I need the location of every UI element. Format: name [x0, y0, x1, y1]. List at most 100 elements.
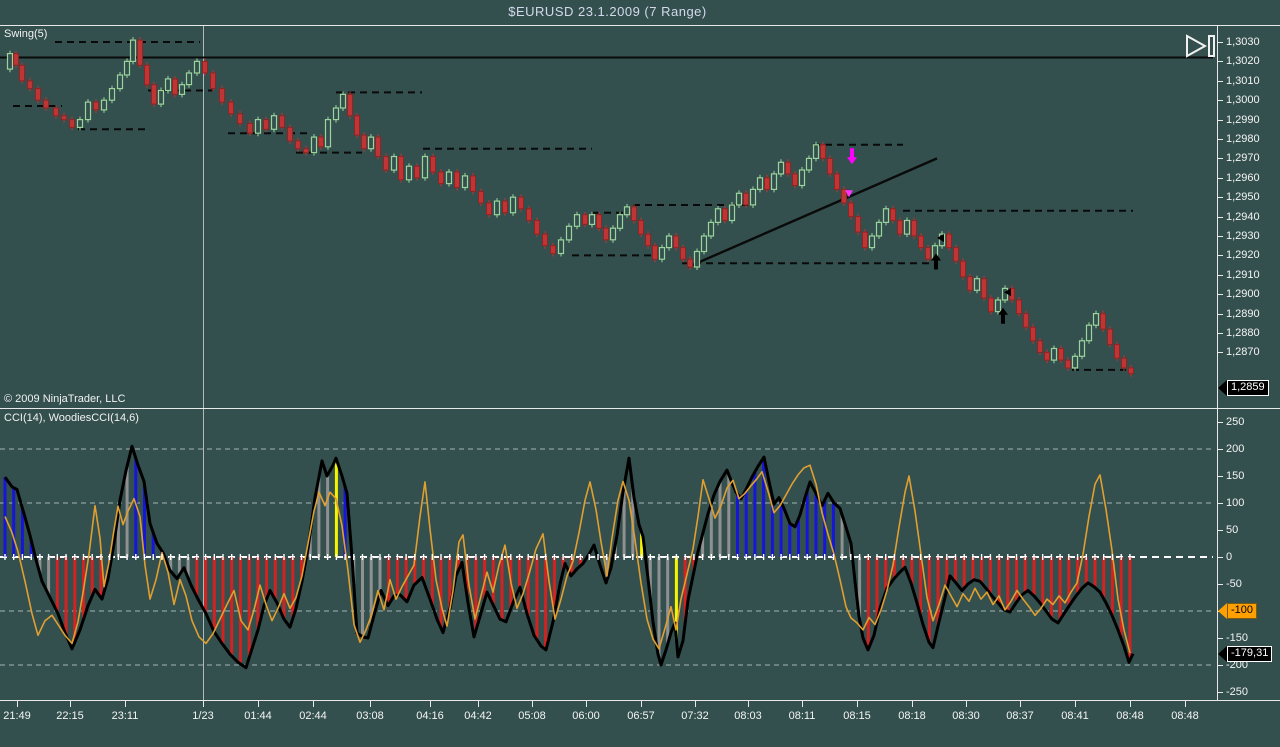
- axis-tick: [1217, 80, 1223, 82]
- time-tick: [125, 701, 126, 707]
- time-label: 08:03: [734, 710, 762, 722]
- time-tick: [370, 701, 371, 707]
- time-tick: [695, 701, 696, 707]
- axis-tick: [1217, 255, 1223, 257]
- price-axis-label: 1,2910: [1226, 268, 1260, 281]
- price-axis-label: 1,2880: [1226, 327, 1260, 339]
- cci-value-badge: -179,31: [1218, 646, 1273, 662]
- cci-axis-label: -150: [1226, 632, 1249, 644]
- cci-chart-canvas[interactable]: [0, 409, 1215, 700]
- time-tick: [1130, 701, 1131, 707]
- axis-tick: [1217, 42, 1223, 43]
- time-label: 08:15: [843, 710, 871, 722]
- time-label: 03:08: [356, 710, 384, 722]
- cci-indicator-label: CCI(14), WoodiesCCI(14,6): [4, 412, 139, 424]
- time-label: 06:00: [572, 710, 600, 722]
- price-axis-label: 1,2920: [1226, 249, 1260, 262]
- price-axis-label: 1,2960: [1226, 171, 1260, 184]
- time-tick: [1075, 701, 1076, 707]
- axis-tick: [1217, 294, 1223, 296]
- axis-tick: [1217, 352, 1223, 354]
- time-tick: [478, 701, 479, 707]
- price-axis-label: 1,2930: [1226, 230, 1260, 242]
- cci-axis-label: 200: [1226, 443, 1245, 455]
- go-to-end-icon[interactable]: [1184, 33, 1216, 59]
- price-axis-label: 1,3000: [1226, 94, 1260, 107]
- time-tick: [17, 701, 18, 707]
- axis-tick: [1217, 61, 1223, 63]
- axis-tick: [1217, 665, 1223, 666]
- time-label: 08:18: [898, 710, 926, 722]
- axis-tick: [1217, 333, 1223, 334]
- price-indicator-label: Swing(5): [4, 28, 48, 40]
- cci-axis-label: 50: [1226, 524, 1239, 536]
- price-axis-label: 1,2990: [1226, 113, 1260, 126]
- copyright-label: © 2009 NinjaTrader, LLC: [4, 393, 126, 405]
- time-tick: [641, 701, 642, 707]
- price-axis-label: 1,3010: [1226, 74, 1260, 87]
- axis-tick: [1217, 100, 1223, 102]
- cci-axis-label: -50: [1226, 578, 1242, 590]
- badge-notch: [1218, 603, 1227, 619]
- axis-tick: [1217, 557, 1223, 558]
- price-axis-label: 1,3020: [1226, 55, 1260, 68]
- price-axis-label: 1,2890: [1226, 307, 1260, 320]
- cci-level-badge: -100: [1218, 603, 1258, 619]
- price-axis-label: 1,2970: [1226, 152, 1260, 165]
- time-tick: [857, 701, 858, 707]
- price-axis-label: 1,2900: [1226, 288, 1260, 301]
- axis-tick: [1217, 638, 1223, 639]
- time-tick: [70, 701, 71, 707]
- time-tick: [258, 701, 259, 707]
- axis-tick: [1217, 584, 1223, 585]
- axis-tick: [1217, 476, 1223, 477]
- badge-notch: [1218, 380, 1227, 396]
- axis-tick: [1217, 139, 1223, 140]
- axis-tick: [1217, 422, 1223, 423]
- axis-tick: [1217, 692, 1223, 693]
- axis-tick: [1217, 449, 1223, 450]
- time-tick: [532, 701, 533, 707]
- time-label: 23:11: [111, 710, 139, 722]
- time-label: 08:30: [952, 710, 980, 722]
- time-tick: [748, 701, 749, 707]
- axis-tick: [1217, 197, 1223, 199]
- time-tick: [586, 701, 587, 707]
- price-axis-label: 1,2980: [1226, 133, 1260, 145]
- time-label: 1/23: [192, 710, 214, 722]
- cci-axis-label: 0: [1226, 551, 1233, 563]
- chart-window: $EURUSD 23.1.2009 (7 Range) Swing(5) © 2…: [0, 0, 1280, 747]
- time-tick: [1185, 701, 1186, 707]
- axis-tick: [1217, 236, 1223, 237]
- axis-tick: [1217, 119, 1223, 121]
- time-label: 07:32: [681, 710, 709, 722]
- time-tick: [313, 701, 314, 707]
- time-label: 04:16: [416, 710, 444, 722]
- time-label: 08:41: [1061, 710, 1089, 722]
- time-label: 06:57: [627, 710, 655, 722]
- time-axis[interactable]: 21:49 22:15 23:11 1/23 01:44 02:44 03:08…: [0, 700, 1280, 747]
- time-tick: [430, 701, 431, 707]
- axis-tick: [1217, 313, 1223, 315]
- chart-title: $EURUSD 23.1.2009 (7 Range): [508, 4, 707, 19]
- cci-axis-label: 250: [1226, 416, 1245, 428]
- axis-tick: [1217, 216, 1223, 218]
- time-axis-line: [0, 700, 1280, 701]
- price-chart-canvas[interactable]: [0, 26, 1215, 408]
- time-label: 08:48: [1116, 710, 1144, 722]
- time-tick: [912, 701, 913, 707]
- axis-tick: [1217, 274, 1223, 276]
- badge-notch: [1218, 646, 1227, 662]
- time-label: 22:15: [56, 710, 84, 722]
- axis-tick: [1217, 530, 1223, 531]
- time-label: 02:44: [299, 710, 327, 722]
- time-tick: [802, 701, 803, 707]
- time-label: 08:37: [1006, 710, 1034, 722]
- time-label: 04:42: [464, 710, 492, 722]
- cci-axis-label: 100: [1226, 497, 1245, 509]
- time-label: 08:48: [1171, 710, 1199, 722]
- price-axis-label: 1,2950: [1226, 191, 1260, 204]
- price-axis-label: 1,3030: [1226, 36, 1260, 48]
- time-tick: [1020, 701, 1021, 707]
- price-axis[interactable]: 1,3030 1,3020 1,3010 1,3000 1,2990 1,298…: [1215, 26, 1280, 408]
